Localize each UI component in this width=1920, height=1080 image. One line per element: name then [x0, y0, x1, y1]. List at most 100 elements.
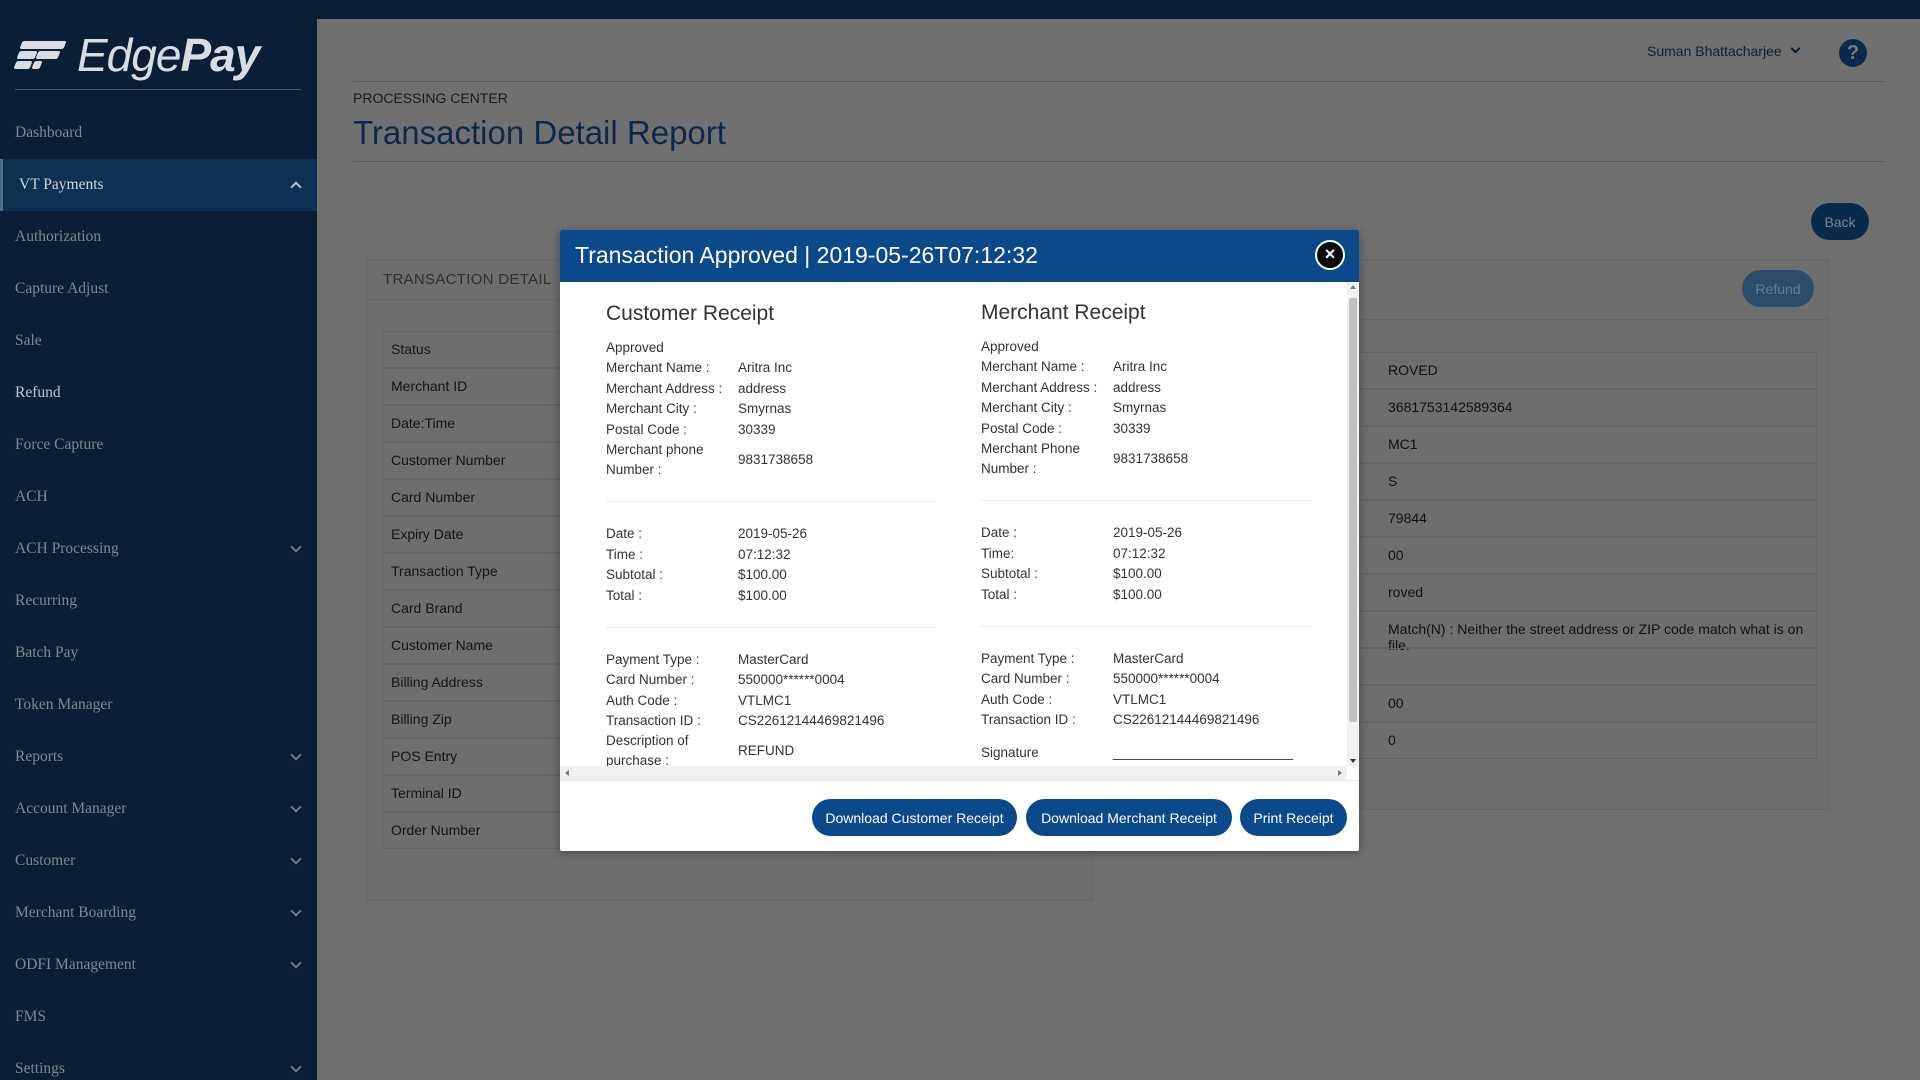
sidebar-item-refund[interactable]: Refund [0, 367, 317, 419]
scroll-down-icon[interactable] [1350, 759, 1356, 763]
status-text: Approved [981, 339, 1039, 354]
field-value: $100.00 [1113, 586, 1162, 602]
sidebar-item-ach-processing[interactable]: ACH Processing [0, 523, 317, 575]
scroll-right-icon[interactable] [1338, 770, 1342, 776]
sidebar-item-label: Sale [15, 332, 42, 349]
sidebar-item-reports[interactable]: Reports [0, 731, 317, 783]
receipt-row: Description of purchase : REFUND [606, 731, 936, 766]
field-value: 9831738658 [738, 451, 814, 467]
sidebar-item-vt-payments[interactable]: VT Payments [0, 159, 317, 211]
receipt-divider [981, 625, 1311, 627]
sidebar-item-customer[interactable]: Customer [0, 835, 317, 887]
sidebar-item-dashboard[interactable]: Dashboard [0, 107, 317, 159]
sidebar-item-merchant-boarding[interactable]: Merchant Boarding [0, 887, 317, 939]
sidebar-item-authorization[interactable]: Authorization [0, 211, 317, 263]
field-label: Time : [606, 546, 643, 562]
status-text: Approved [606, 340, 664, 355]
sidebar-item-capture-adjust[interactable]: Capture Adjust [0, 263, 317, 315]
print-receipt-button[interactable]: Print Receipt [1240, 799, 1347, 836]
receipt-row: Transaction ID : CS22612144469821496 [981, 710, 1311, 730]
sidebar-item-settings[interactable]: Settings [0, 1043, 317, 1080]
logo-wordmark: EdgePay [77, 29, 260, 81]
chevron-down-icon [290, 1060, 302, 1073]
receipt-row: Time: 07:12:32 [981, 543, 1311, 563]
customer-receipt: Customer Receipt Approved Merchant Name … [606, 302, 936, 766]
page-title: Transaction Detail Report [353, 114, 726, 151]
sidebar-item-token-manager[interactable]: Token Manager [0, 679, 317, 731]
sidebar-item-label: Token Manager [15, 696, 113, 713]
field-value: 30339 [1113, 420, 1151, 436]
vertical-scrollbar[interactable] [1347, 282, 1359, 766]
receipt-row: Merchant Address : address [606, 378, 936, 398]
user-menu[interactable]: Suman Bhattacharjee [1647, 43, 1801, 59]
sidebar-item-account-manager[interactable]: Account Manager [0, 783, 317, 835]
edgepay-logo-icon [13, 37, 67, 73]
field-value: MasterCard [1113, 650, 1184, 666]
scroll-up-icon[interactable] [1350, 285, 1356, 289]
field-label: Postal Code : [981, 420, 1063, 436]
download-merchant-receipt-button[interactable]: Download Merchant Receipt [1026, 799, 1232, 836]
sidebar-item-label: FMS [15, 1008, 47, 1025]
field-value: 07:12:32 [1113, 545, 1166, 561]
chevron-down-icon [290, 800, 302, 813]
sidebar-item-recurring[interactable]: Recurring [0, 575, 317, 627]
back-button[interactable]: Back [1811, 203, 1869, 240]
field-value: Aritra Inc [1113, 359, 1168, 375]
chevron-down-icon [290, 956, 302, 969]
field-value: VTLMC1 [738, 692, 792, 708]
field-label: Payment Type : [606, 651, 700, 667]
sidebar-item-sale[interactable]: Sale [0, 315, 317, 367]
horizontal-scrollbar[interactable] [560, 766, 1347, 780]
chevron-down-icon [290, 904, 302, 917]
receipt-row: Date : 2019-05-26 [606, 524, 936, 544]
sidebar-item-batch-pay[interactable]: Batch Pay [0, 627, 317, 679]
field-label: Merchant City : [606, 401, 697, 417]
field-label: Signature [981, 744, 1039, 760]
sidebar-item-ach[interactable]: ACH [0, 471, 317, 523]
chevron-down-icon [290, 852, 302, 865]
receipt-row: Auth Code : VTLMC1 [981, 689, 1311, 709]
sidebar-item-label: Settings [15, 1060, 65, 1077]
receipt-row: Auth Code : VTLMC1 [606, 690, 936, 710]
header-divider [353, 81, 1885, 82]
user-name: Suman Bhattacharjee [1647, 43, 1782, 59]
edgepay-logo[interactable]: EdgePay [13, 29, 260, 81]
download-customer-receipt-button[interactable]: Download Customer Receipt [812, 799, 1017, 836]
sidebar-item-force-capture[interactable]: Force Capture [0, 419, 317, 471]
field-label: Payment Type : [981, 650, 1075, 666]
receipt-row: Subtotal : $100.00 [606, 565, 936, 585]
top-strip [317, 0, 1920, 19]
sidebar-item-odfi-management[interactable]: ODFI Management [0, 939, 317, 991]
field-value: $100.00 [1113, 566, 1162, 582]
modal-body[interactable]: Customer Receipt Approved Merchant Name … [560, 282, 1347, 766]
receipt-row: Merchant City : Smyrnas [606, 399, 936, 419]
field-value: 07:12:32 [738, 546, 791, 562]
field-label: Card Number : [981, 671, 1070, 687]
receipt-heading: Merchant Receipt [981, 301, 1146, 324]
field-label: Postal Code : [606, 421, 688, 437]
field-label: Card Number : [606, 672, 695, 688]
field-value: 550000******0004 [1113, 671, 1220, 687]
field-label: Total : [981, 586, 1018, 602]
field-value: CS22612144469821496 [738, 713, 885, 729]
close-icon[interactable]: × [1315, 240, 1345, 270]
help-icon[interactable]: ? [1839, 39, 1867, 67]
receipt-row: Transaction ID : CS22612144469821496 [606, 711, 936, 731]
refund-button[interactable]: Refund [1742, 270, 1814, 307]
scrollbar-thumb[interactable] [1349, 298, 1357, 722]
sidebar-item-fms[interactable]: FMS [0, 991, 317, 1043]
breadcrumb: PROCESSING CENTER [353, 90, 508, 106]
sidebar-item-label: Dashboard [15, 124, 83, 141]
receipt-row: Subtotal : $100.00 [981, 564, 1311, 584]
receipt-divider [981, 499, 1311, 501]
field-label: Subtotal : [606, 567, 664, 583]
field-label: Merchant City : [981, 400, 1072, 416]
sidebar-item-label: Authorization [15, 228, 102, 245]
receipt-status: Approved [981, 337, 1311, 357]
field-label: Auth Code : [981, 691, 1053, 707]
transaction-receipt-modal: Transaction Approved | 2019-05-26T07:12:… [560, 230, 1359, 851]
field-label: Subtotal : [981, 566, 1039, 582]
receipt-row: Payment Type : MasterCard [606, 650, 936, 670]
sidebar-item-label: Batch Pay [15, 644, 79, 661]
scroll-left-icon[interactable] [565, 770, 569, 776]
